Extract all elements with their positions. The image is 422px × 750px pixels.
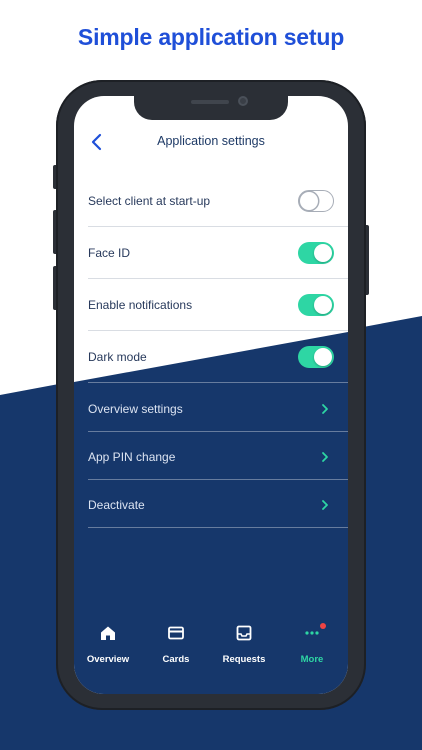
tab-cards[interactable]: Cards	[142, 616, 210, 694]
inbox-icon	[236, 625, 252, 641]
card-icon	[168, 626, 184, 640]
face-id-toggle[interactable]	[298, 242, 334, 264]
setting-row-select-client[interactable]: Select client at start-up	[88, 176, 348, 227]
front-camera	[238, 96, 248, 106]
setting-row-dark-mode[interactable]: Dark mode	[88, 332, 348, 383]
phone-screen: Application settings Select client at st…	[74, 96, 348, 694]
top-bar: Application settings	[74, 124, 348, 160]
chevron-right-icon	[322, 452, 328, 462]
setting-label: Face ID	[88, 246, 131, 260]
setting-label: Select client at start-up	[88, 194, 211, 208]
setting-row-pin-change[interactable]: App PIN change	[88, 432, 348, 480]
chevron-right-icon	[322, 404, 328, 414]
setting-row-face-id[interactable]: Face ID	[88, 228, 348, 279]
setting-row-deactivate[interactable]: Deactivate	[88, 480, 348, 528]
setting-label: Overview settings	[88, 402, 183, 416]
tab-more[interactable]: More	[278, 616, 346, 694]
tab-requests[interactable]: Requests	[210, 616, 278, 694]
more-dots-icon	[305, 631, 319, 635]
tab-label: Overview	[86, 654, 130, 665]
row-divider	[88, 226, 348, 227]
row-divider	[88, 278, 348, 279]
headline: Simple application setup	[77, 24, 345, 50]
setting-row-overview-settings[interactable]: Overview settings	[88, 384, 348, 432]
toggle-knob	[314, 244, 332, 262]
row-divider	[88, 527, 348, 528]
screen-title: Application settings	[157, 134, 265, 148]
setting-row-notifications[interactable]: Enable notifications	[88, 280, 348, 331]
setting-label: Deactivate	[88, 498, 145, 512]
row-divider	[88, 330, 348, 331]
tab-label: More	[300, 654, 324, 665]
bottom-tab-bar: Overview Cards Requests More	[74, 616, 348, 694]
select-client-toggle[interactable]	[298, 190, 334, 212]
tab-label: Cards	[162, 654, 190, 665]
speaker-grille	[191, 100, 229, 104]
tab-overview[interactable]: Overview	[74, 616, 142, 694]
setting-label: App PIN change	[88, 450, 176, 464]
home-icon	[101, 626, 115, 640]
tab-label: Requests	[222, 654, 266, 665]
notifications-toggle[interactable]	[298, 294, 334, 316]
setting-label: Dark mode	[88, 350, 147, 364]
dark-mode-toggle[interactable]	[298, 346, 334, 368]
toggle-knob	[314, 348, 332, 366]
toggle-knob	[300, 192, 318, 210]
phone-notch	[134, 96, 288, 120]
notification-badge	[320, 623, 326, 629]
row-divider	[88, 382, 348, 383]
toggle-knob	[314, 296, 332, 314]
chevron-right-icon	[322, 500, 328, 510]
setting-label: Enable notifications	[88, 298, 193, 312]
